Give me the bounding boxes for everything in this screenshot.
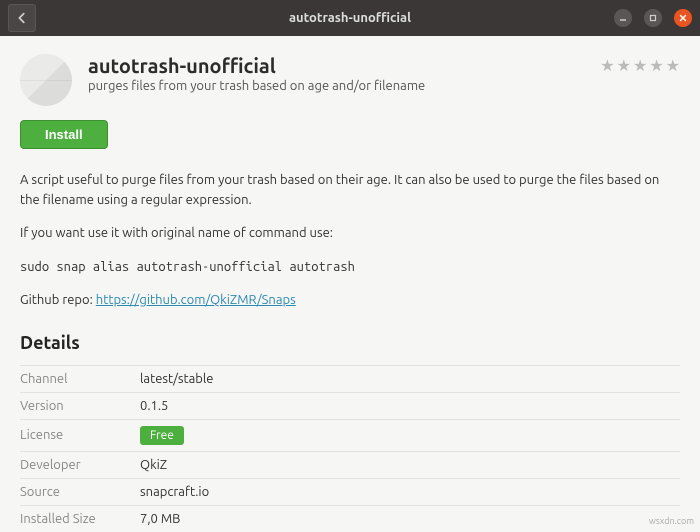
app-meta: autotrash-unofficial purges files from y…: [88, 54, 584, 93]
app-icon: [20, 54, 72, 106]
maximize-button[interactable]: [644, 9, 662, 27]
detail-label: Channel: [20, 372, 140, 386]
detail-value: Free: [140, 426, 184, 445]
detail-row-version: Version 0.1.5: [20, 392, 680, 419]
description-p2: If you want use it with original name of…: [20, 224, 680, 244]
titlebar: autotrash-unofficial: [0, 0, 700, 36]
detail-row-developer: Developer QkiZ: [20, 451, 680, 478]
detail-value: latest/stable: [140, 372, 213, 386]
repo-link[interactable]: https://github.com/QkiZMR/Snaps: [96, 293, 296, 307]
back-button[interactable]: [8, 4, 36, 32]
main-content: autotrash-unofficial purges files from y…: [0, 36, 700, 532]
app-name: autotrash-unofficial: [88, 54, 584, 77]
minimize-button[interactable]: [614, 9, 632, 27]
rating-stars[interactable]: ★ ★ ★ ★ ★: [600, 56, 680, 75]
repo-prefix: Github repo:: [20, 293, 96, 307]
star-icon: ★: [600, 56, 614, 75]
close-icon: [679, 14, 687, 22]
detail-row-license: License Free: [20, 419, 680, 451]
detail-label: Developer: [20, 458, 140, 472]
app-tagline: purges files from your trash based on ag…: [88, 79, 584, 93]
watermark: wsxdn.com: [649, 516, 694, 526]
detail-row-source: Source snapcraft.io: [20, 478, 680, 505]
star-icon: ★: [617, 56, 631, 75]
details-table: Channel latest/stable Version 0.1.5 Lice…: [20, 365, 680, 532]
detail-label: License: [20, 428, 140, 442]
app-header: autotrash-unofficial purges files from y…: [20, 54, 680, 106]
detail-value: QkiZ: [140, 458, 167, 472]
description-repo: Github repo: https://github.com/QkiZMR/S…: [20, 291, 680, 311]
detail-value: 0.1.5: [140, 399, 168, 413]
maximize-icon: [649, 14, 657, 22]
window-title: autotrash-unofficial: [289, 11, 411, 25]
chevron-left-icon: [15, 11, 29, 25]
detail-label: Source: [20, 485, 140, 499]
detail-value: snapcraft.io: [140, 485, 209, 499]
description-p1: A script useful to purge files from your…: [20, 171, 680, 210]
detail-row-installed-size: Installed Size 7,0 MB: [20, 505, 680, 532]
details-section: Details Channel latest/stable Version 0.…: [20, 333, 680, 532]
detail-label: Installed Size: [20, 512, 140, 526]
detail-label: Version: [20, 399, 140, 413]
star-icon: ★: [666, 56, 680, 75]
minimize-icon: [619, 14, 627, 22]
star-icon: ★: [633, 56, 647, 75]
close-button[interactable]: [674, 9, 692, 27]
description-code: sudo snap alias autotrash-unofficial aut…: [20, 258, 680, 278]
detail-row-channel: Channel latest/stable: [20, 365, 680, 392]
description: A script useful to purge files from your…: [20, 171, 680, 311]
license-badge: Free: [140, 426, 184, 445]
details-heading: Details: [20, 333, 680, 353]
window-controls: [614, 9, 692, 27]
install-button[interactable]: Install: [20, 120, 108, 149]
star-icon: ★: [649, 56, 663, 75]
detail-value: 7,0 MB: [140, 512, 180, 526]
